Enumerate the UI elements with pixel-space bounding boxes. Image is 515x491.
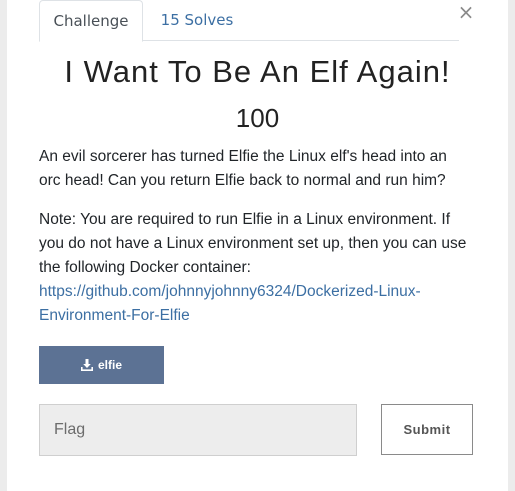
tab-bar: Challenge 15 Solves bbox=[39, 0, 459, 42]
download-file-button[interactable]: elfie bbox=[39, 346, 164, 384]
challenge-description: An evil sorcerer has turned Elfie the Li… bbox=[39, 148, 447, 189]
challenge-note: Note: You are required to run Elfie in a… bbox=[39, 208, 469, 328]
flag-input[interactable] bbox=[39, 404, 357, 456]
challenge-points: 100 bbox=[235, 103, 280, 133]
submit-button[interactable]: Submit bbox=[381, 404, 473, 455]
note-text: Note: You are required to run Elfie in a… bbox=[39, 211, 467, 276]
file-name: elfie bbox=[97, 358, 122, 372]
challenge-modal: Challenge 15 Solves × I Want To Be An El… bbox=[7, 0, 508, 491]
tab-challenge[interactable]: Challenge bbox=[39, 0, 143, 42]
docker-link[interactable]: https://github.com/johnnyjohnny6324/Dock… bbox=[39, 283, 421, 324]
download-icon bbox=[80, 359, 93, 371]
challenge-title: I Want To Be An Elf Again! bbox=[64, 54, 451, 89]
close-icon[interactable]: × bbox=[456, 2, 476, 22]
tab-solves[interactable]: 15 Solves bbox=[143, 0, 251, 41]
